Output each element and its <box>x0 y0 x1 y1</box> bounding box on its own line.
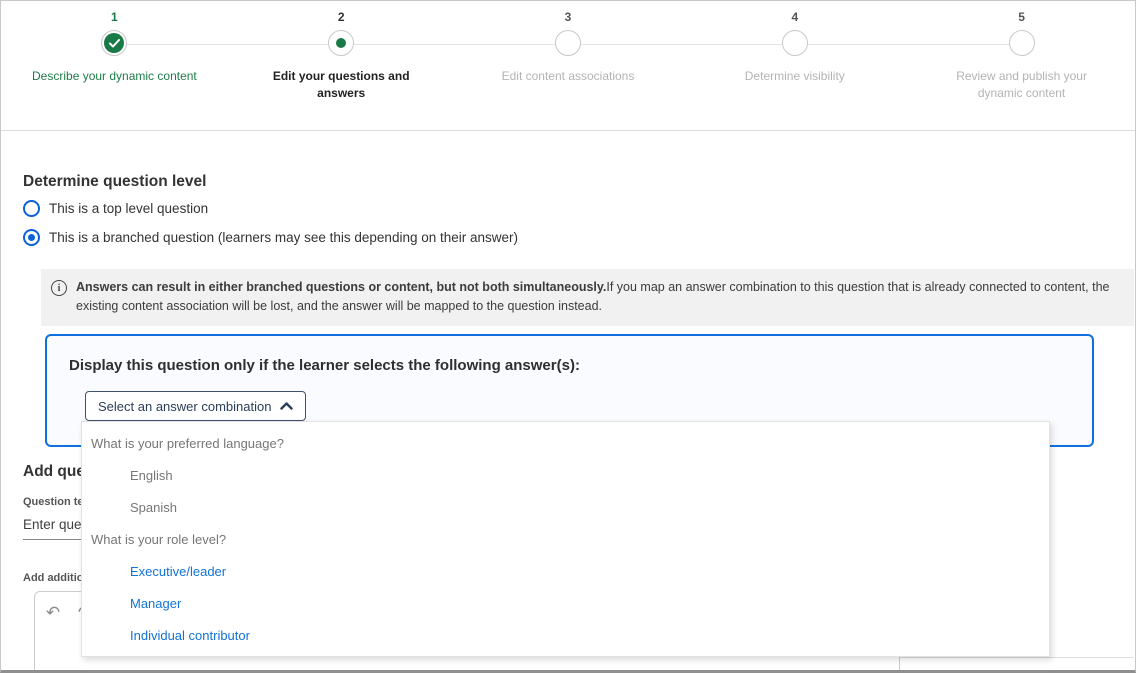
dropdown-option-individual-contributor[interactable]: Individual contributor <box>82 619 1049 651</box>
dropdown-button-label: Select an answer combination <box>98 399 271 414</box>
dropdown-option-spanish: Spanish <box>82 491 1049 523</box>
dynamic-content-wizard-page: 1 Describe your dynamic content 2 Edit y… <box>0 0 1136 673</box>
answer-combination-dropdown-button[interactable]: Select an answer combination <box>85 391 306 421</box>
chevron-up-icon <box>280 402 293 410</box>
answer-combination-dropdown-panel: What is your preferred language? English… <box>81 421 1050 657</box>
question-text-input[interactable]: Enter ques <box>23 517 85 540</box>
dropdown-option-english: English <box>82 459 1049 491</box>
dropdown-option-executive-leader[interactable]: Executive/leader <box>82 555 1049 587</box>
dropdown-group-header: What is your role level? <box>82 523 1049 555</box>
dropdown-option-manager[interactable]: Manager <box>82 587 1049 619</box>
background-divider-line <box>900 657 1134 658</box>
branch-condition-heading: Display this question only if the learne… <box>69 357 580 374</box>
dropdown-group-header: What is your preferred language? <box>82 427 1049 459</box>
undo-icon[interactable]: ↶ <box>43 603 63 623</box>
